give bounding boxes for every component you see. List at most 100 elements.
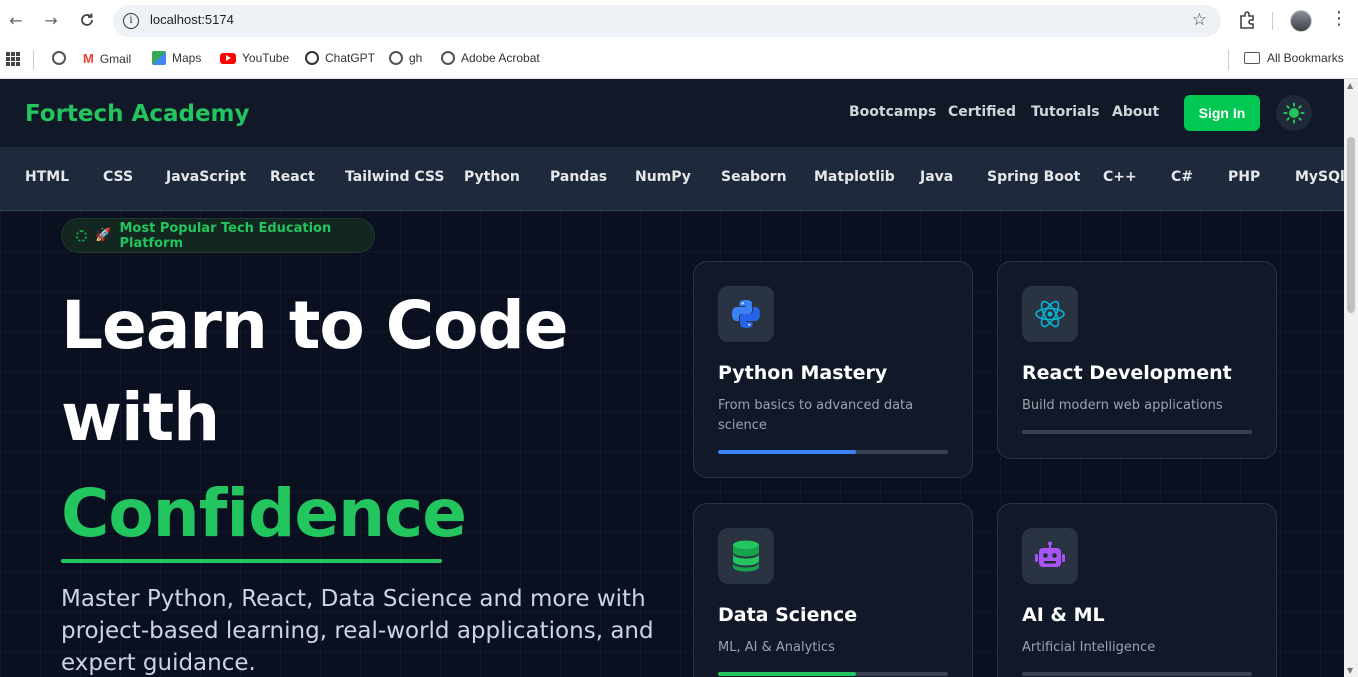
database-icon [718,528,774,584]
bookmark-label: Adobe Acrobat [461,51,540,65]
bookmark-star-icon[interactable]: ☆ [1192,10,1207,30]
bookmark-gh[interactable]: gh [389,51,422,65]
card-progress-bar [1022,672,1252,676]
topic-java[interactable]: Java [920,169,953,185]
site-header: Fortech Academy Bootcamps Certified Tuto… [0,79,1344,147]
toolbar-separator [1272,12,1273,30]
topic-mysql[interactable]: MySQl [1295,169,1344,185]
all-bookmarks-label: All Bookmarks [1267,51,1344,65]
card-title: Data Science [718,604,858,626]
topic-matplotlib[interactable]: Matplotlib [814,169,895,185]
topics-bar: HTML CSS JavaScript React Tailwind CSS P… [0,147,1344,211]
topic-react[interactable]: React [270,169,315,185]
bookmark-label: Gmail [99,51,132,66]
globe-icon [441,51,455,65]
site-info-icon[interactable]: i [123,13,139,29]
card-title: AI & ML [1022,604,1105,626]
bookmark-label: YouTube [242,51,290,65]
page-viewport: Fortech Academy Bootcamps Certified Tuto… [0,79,1344,677]
extensions-icon[interactable] [1237,10,1257,30]
topic-tailwind[interactable]: Tailwind CSS [345,169,444,185]
browser-toolbar: ← → i localhost:5174 ☆ ⋮ [0,0,1358,42]
bookmark-globe[interactable] [52,51,66,65]
progress-fill [718,672,856,676]
all-bookmarks-button[interactable]: All Bookmarks [1244,51,1344,65]
scroll-thumb[interactable] [1347,137,1355,313]
progress-fill [718,450,856,454]
menu-kebab-icon[interactable]: ⋮ [1330,9,1348,29]
react-icon [1022,286,1078,342]
python-icon [718,286,774,342]
nav-link-tutorials[interactable]: Tutorials [1031,104,1100,120]
reload-icon[interactable] [76,9,98,31]
card-progress-bar [718,672,948,676]
card-progress-bar [1022,430,1252,434]
page-scrollbar[interactable]: ▲ ▼ [1344,79,1358,677]
topic-spring-boot[interactable]: Spring Boot [987,169,1080,185]
card-description: Artificial Intelligence [1022,640,1156,655]
topic-cpp[interactable]: C++ [1103,169,1137,185]
bookmark-youtube[interactable]: YouTube [220,51,289,65]
address-bar[interactable]: i localhost:5174 ☆ [113,5,1221,37]
globe-icon [52,51,66,65]
topic-pandas[interactable]: Pandas [550,169,607,185]
bookmark-gmail[interactable]: M Gmail [83,51,131,66]
scroll-down-icon[interactable]: ▼ [1347,666,1353,675]
sign-in-button[interactable]: Sign In [1184,95,1260,131]
hero-title-highlight: Confidence [61,475,467,552]
hero-badge: 🚀 Most Popular Tech Education Platform [61,218,375,253]
profile-avatar[interactable] [1290,10,1312,32]
folder-icon [1244,52,1260,64]
topic-csharp[interactable]: C# [1171,169,1193,185]
topic-seaborn[interactable]: Seaborn [721,169,787,185]
badge-dot-icon [76,229,88,242]
card-description: From basics to advanced data science [718,398,914,433]
theme-toggle-button[interactable] [1276,95,1312,131]
card-react-development[interactable]: React Development Build modern web appli… [997,261,1277,459]
forward-icon[interactable]: → [40,9,62,31]
bookmark-label: gh [409,51,423,65]
bookmark-adobe[interactable]: Adobe Acrobat [441,51,540,65]
maps-icon [152,51,166,65]
card-title: React Development [1022,362,1232,384]
topic-html[interactable]: HTML [25,169,69,185]
bookmarks-bar: M Gmail Maps YouTube ChatGPT gh Adobe Ac… [0,42,1358,79]
card-data-science[interactable]: Data Science ML, AI & Analytics [693,503,973,677]
hero-title-line2: with [61,379,220,456]
topic-numpy[interactable]: NumPy [635,169,691,185]
card-description: ML, AI & Analytics [718,640,835,655]
nav-link-certified[interactable]: Certified [948,104,1016,120]
brand-logo[interactable]: Fortech Academy [25,101,250,127]
bookmark-chatgpt[interactable]: ChatGPT [305,51,375,65]
url-text[interactable]: localhost:5174 [150,12,234,27]
bookmarks-separator [1228,50,1229,70]
topic-php[interactable]: PHP [1228,169,1260,185]
chatgpt-icon [305,51,319,65]
card-description: Build modern web applications [1022,398,1223,413]
scroll-up-icon[interactable]: ▲ [1347,81,1353,90]
badge-text: Most Popular Tech Education Platform [119,220,332,251]
hero-section: 🚀 Most Popular Tech Education Platform L… [0,211,1344,677]
hero-lead: Master Python, React, Data Science and m… [61,586,654,676]
nav-link-bootcamps[interactable]: Bootcamps [849,104,936,120]
highlight-underline [61,559,442,563]
card-title: Python Mastery [718,362,888,384]
robot-icon [1022,528,1078,584]
globe-icon [389,51,403,65]
topic-python[interactable]: Python [464,169,520,185]
card-progress-bar [718,450,948,454]
bookmark-label: Maps [172,51,202,65]
hero-title-line1: Learn to Code [61,287,569,364]
topic-javascript[interactable]: JavaScript [166,169,246,185]
youtube-icon [220,52,236,64]
card-ai-ml[interactable]: AI & ML Artificial Intelligence [997,503,1277,677]
sun-icon [1283,102,1305,124]
nav-link-about[interactable]: About [1112,104,1159,120]
bookmark-maps[interactable]: Maps [152,51,201,65]
bookmark-label: ChatGPT [325,51,376,65]
topic-css[interactable]: CSS [103,169,133,185]
rocket-icon: 🚀 [95,228,112,243]
back-icon[interactable]: ← [5,9,27,31]
apps-grid-icon[interactable] [6,52,20,66]
card-python-mastery[interactable]: Python Mastery From basics to advanced d… [693,261,973,478]
